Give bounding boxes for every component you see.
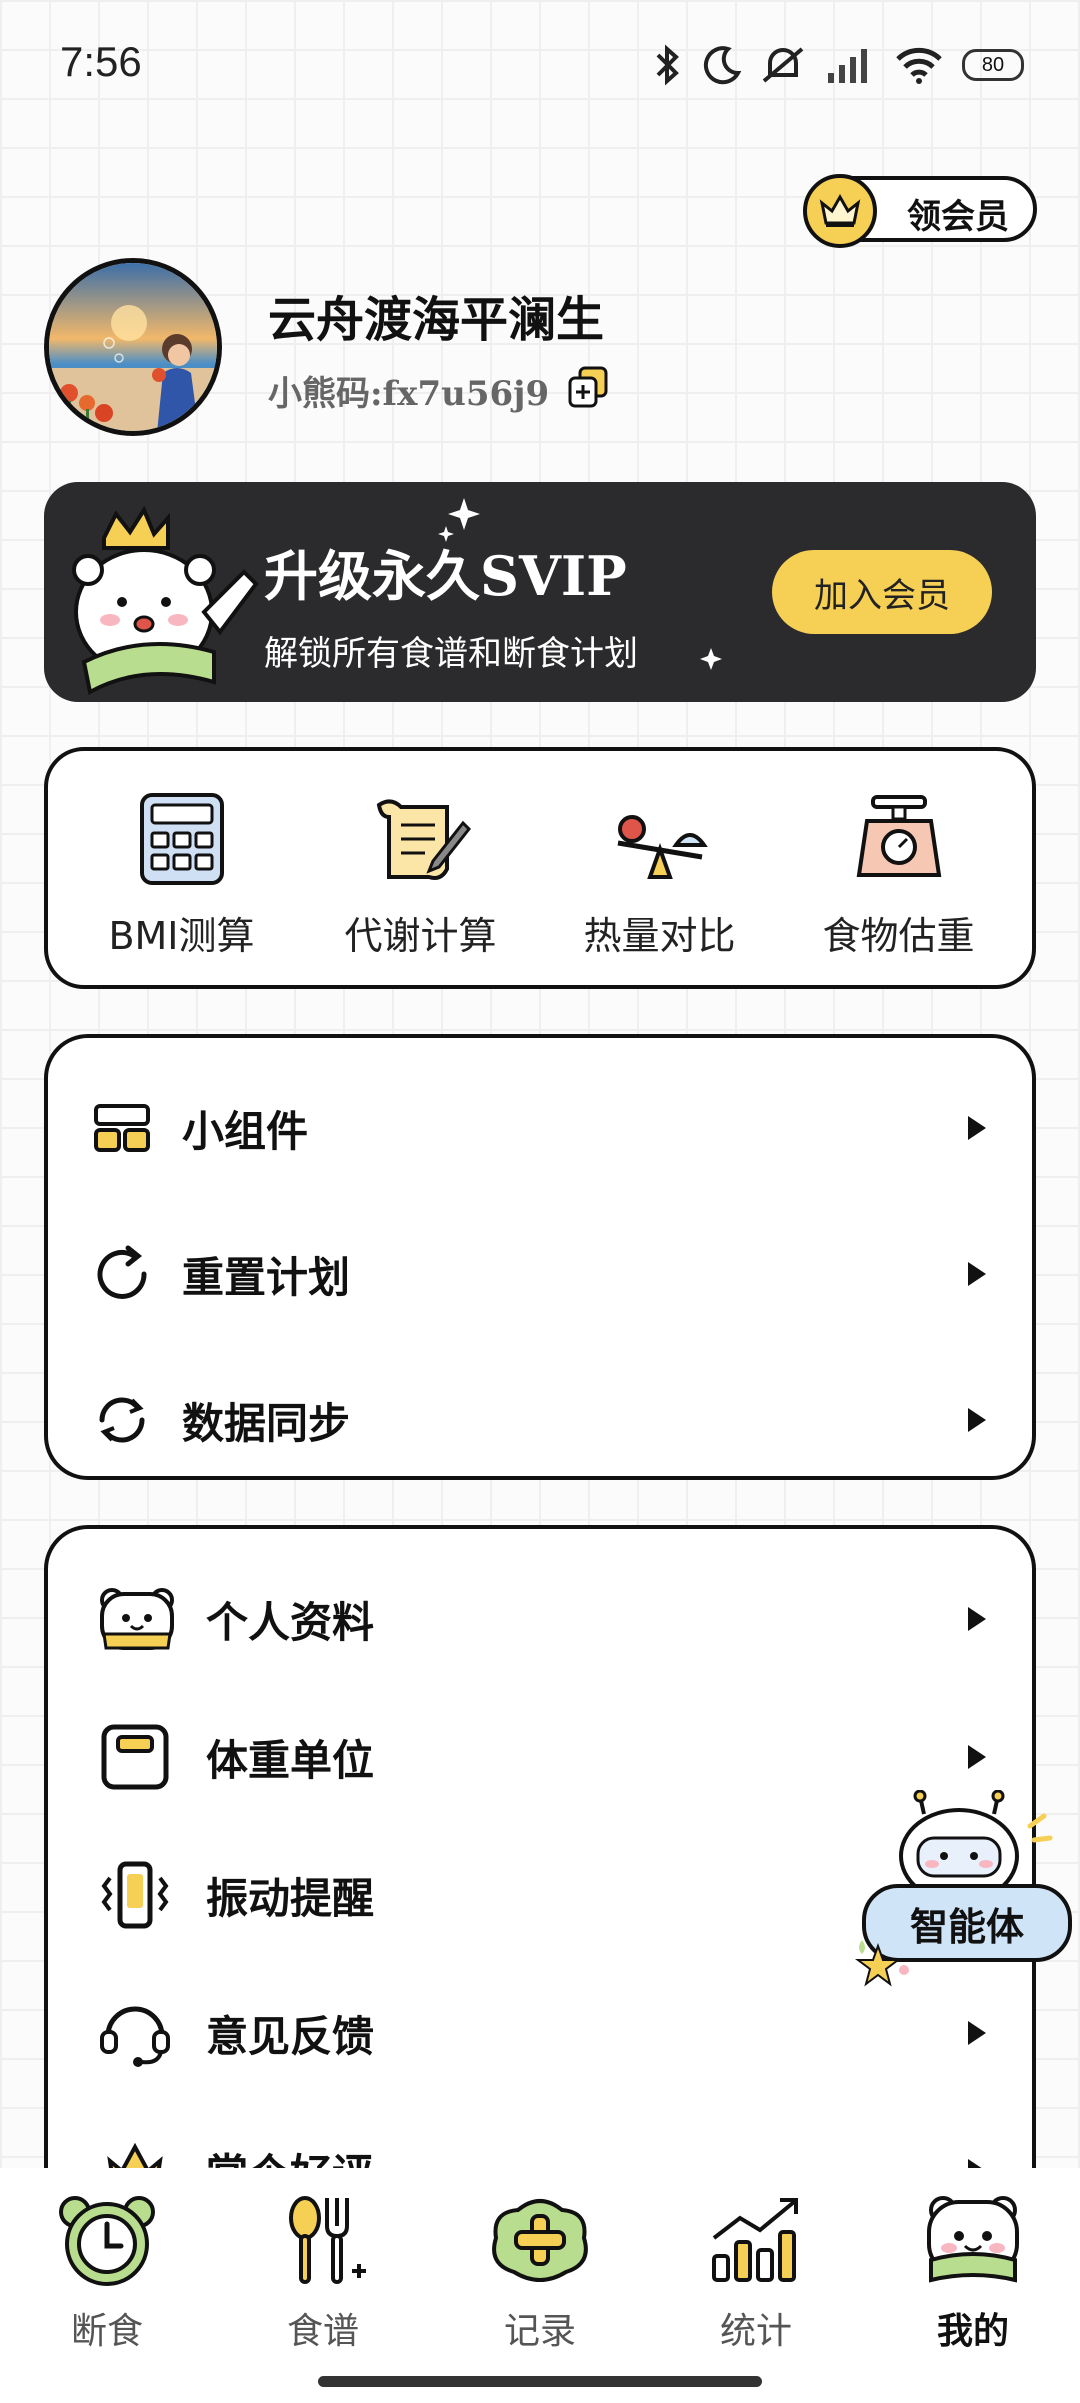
moon-icon	[703, 46, 742, 85]
menu-item-reset-plan[interactable]: 重置计划	[48, 1214, 1032, 1334]
kitchen-scale-icon	[856, 795, 941, 877]
status-icons: 80	[650, 40, 1024, 90]
battery-level: 80	[981, 53, 1005, 76]
status-time: 7:56	[60, 38, 142, 85]
chevron-right-icon	[968, 2021, 986, 2045]
widget-icon	[94, 1104, 150, 1152]
spoon-fork-icon	[289, 2196, 366, 2284]
signal-icon	[828, 49, 867, 83]
user-code: 小熊码:fx7u56j9	[268, 374, 550, 414]
plus-cloud-icon	[492, 2199, 588, 2282]
home-indicator[interactable]	[318, 2376, 762, 2387]
reset-icon	[97, 1245, 147, 1299]
menu-item-data-sync[interactable]: 数据同步	[48, 1360, 1032, 1480]
wifi-icon	[896, 47, 942, 84]
nav-stats[interactable]: 统计	[666, 2192, 846, 2354]
menu-label: 个人资料	[206, 1597, 375, 1647]
nav-mine[interactable]: 我的	[883, 2192, 1063, 2354]
nav-label: 断食	[70, 2311, 143, 2352]
nav-fasting[interactable]: 断食	[17, 2192, 197, 2354]
settings-card-1: 小组件 重置计划 数据同步	[44, 1034, 1036, 1480]
tool-metabolism[interactable]: 代谢计算	[306, 751, 536, 985]
chevron-right-icon	[968, 1745, 986, 1769]
battery-icon: 80	[962, 49, 1024, 81]
nav-label: 统计	[719, 2311, 792, 2352]
star-icon	[855, 1940, 909, 1987]
tool-label: 代谢计算	[344, 914, 497, 958]
bluetooth-icon	[656, 44, 679, 86]
join-member-button[interactable]: 加入会员	[772, 550, 992, 634]
headset-icon	[100, 2006, 170, 2067]
copy-icon[interactable]	[568, 366, 608, 408]
menu-item-feedback[interactable]: 意见反馈	[48, 1973, 1032, 2093]
menu-label: 振动提醒	[206, 1873, 375, 1923]
chevron-right-icon	[968, 1408, 986, 1432]
scroll-pen-icon	[376, 799, 471, 880]
chevron-right-icon	[968, 1607, 986, 1631]
avatar[interactable]	[44, 258, 222, 436]
tool-food-weight[interactable]: 食物估重	[784, 751, 1014, 985]
menu-item-widget[interactable]: 小组件	[48, 1068, 1032, 1188]
scale-icon	[101, 1724, 169, 1790]
bear-icon	[927, 2196, 1019, 2283]
chart-icon	[712, 2198, 798, 2282]
crown-icon	[803, 174, 877, 248]
vibrate-icon	[101, 1861, 169, 1929]
nav-recipes[interactable]: 食谱	[233, 2192, 413, 2354]
chevron-right-icon	[968, 1116, 986, 1140]
tool-label: 热量对比	[583, 914, 736, 958]
tool-bmi[interactable]: BMI测算	[67, 751, 297, 985]
sync-icon	[99, 1397, 145, 1443]
menu-label: 数据同步	[182, 1398, 351, 1448]
tools-card: BMI测算 代谢计算 热量对比 食物估重	[44, 747, 1036, 989]
menu-label: 小组件	[182, 1106, 309, 1156]
bottom-nav: 断食 食谱 记录 统计 我的	[0, 2168, 1080, 2403]
sparkle-icon	[700, 648, 722, 670]
menu-label: 体重单位	[206, 1735, 375, 1785]
vip-label: 领会员	[907, 197, 1009, 237]
nav-label: 记录	[503, 2311, 576, 2352]
menu-item-profile[interactable]: 个人资料	[48, 1559, 1032, 1679]
tool-label: BMI测算	[108, 914, 255, 958]
tool-calorie-compare[interactable]: 热量对比	[545, 751, 775, 985]
balance-scale-icon	[617, 815, 708, 879]
ai-agent-button[interactable]: 智能体	[854, 1790, 1080, 1990]
tool-label: 食物估重	[822, 914, 975, 958]
menu-label: 意见反馈	[206, 2011, 375, 2061]
bear-mascot-icon	[72, 505, 259, 696]
get-vip-button[interactable]: 领会员	[803, 174, 1037, 248]
nav-record[interactable]: 记录	[450, 2192, 630, 2354]
banner-title: 升级永久SVIP	[264, 544, 627, 608]
alarm-clock-icon	[59, 2196, 155, 2286]
username: 云舟渡海平澜生	[268, 292, 605, 348]
banner-subtitle: 解锁所有食谱和断食计划	[264, 634, 638, 674]
nav-label: 食谱	[286, 2311, 359, 2352]
mute-icon	[762, 47, 804, 83]
calculator-icon	[139, 793, 224, 885]
svip-banner[interactable]: 升级永久SVIP 解锁所有食谱和断食计划 加入会员	[44, 482, 1036, 702]
bear-face-icon	[100, 1588, 174, 1650]
menu-label: 重置计划	[182, 1252, 351, 1302]
nav-label: 我的	[936, 2310, 1009, 2352]
chevron-right-icon	[968, 1262, 986, 1286]
